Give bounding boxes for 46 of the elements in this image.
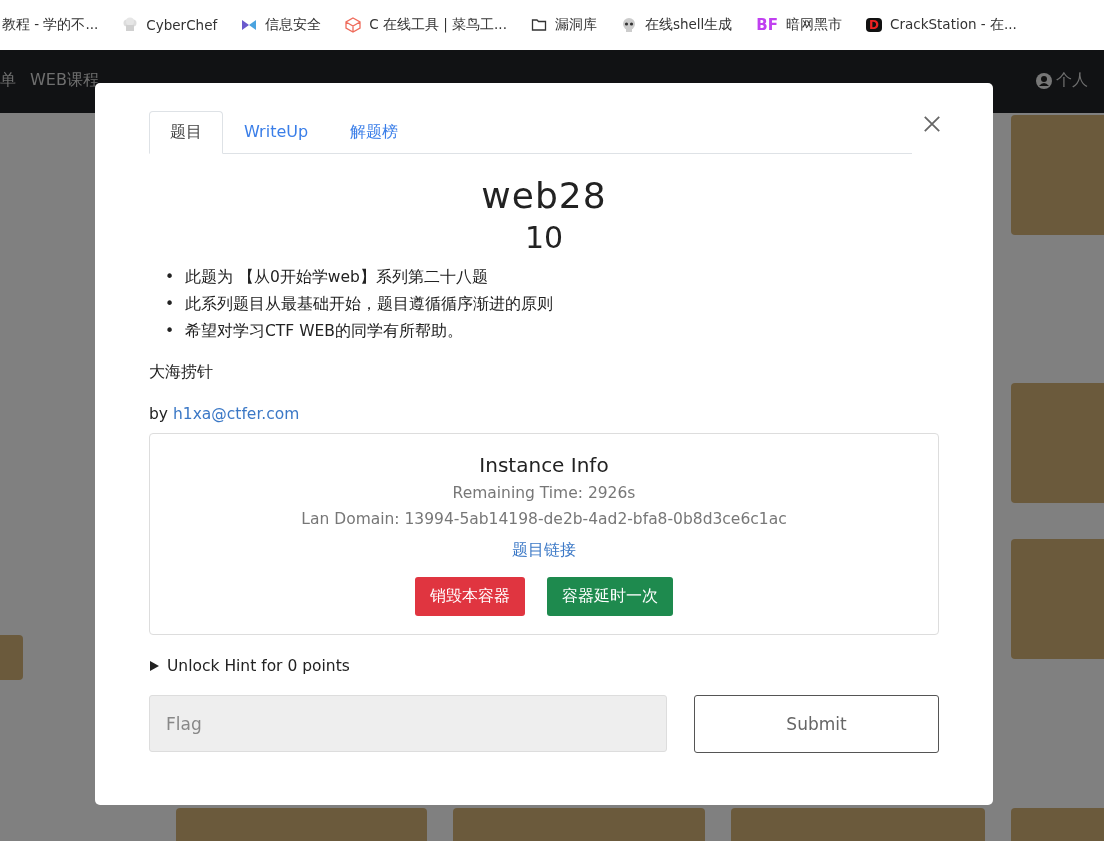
challenge-card[interactable] — [1011, 539, 1104, 659]
instance-title: Instance Info — [479, 452, 609, 479]
unlock-hint-toggle[interactable]: Unlock Hint for 0 points — [149, 657, 939, 675]
tab[interactable]: 解题榜 — [329, 111, 420, 154]
bookmark[interactable]: 教程 - 学的不... — [2, 16, 99, 34]
author-link[interactable]: h1xa@ctfer.com — [172, 405, 300, 423]
bookmark[interactable]: 在线shell生成 — [620, 16, 733, 34]
bookmark[interactable]: D CrackStation - 在... — [866, 16, 1017, 34]
description-item: 希望对学习CTF WEB的同学有所帮助。 — [185, 321, 463, 342]
hint-text: 大海捞针 — [149, 362, 214, 383]
nav-link[interactable]: 单 — [0, 70, 16, 91]
lan-domain: Lan Domain: 13994-5ab14198-de2b-4ad2-bfa8-0b8d3ce6c1ac — [301, 509, 787, 530]
challenge-link[interactable]: 题目链接 — [512, 540, 576, 561]
bookmark[interactable]: C 在线工具 | 菜鸟工... — [345, 16, 507, 34]
chef-hat-icon — [122, 17, 139, 33]
flag-input[interactable]: Flag — [149, 695, 667, 752]
bookmark-logo: BF — [756, 16, 779, 34]
bookmark-logo: D — [866, 18, 882, 32]
description-item: 此系列题目从最基础开始，题目遵循循序渐进的原则 — [185, 294, 553, 315]
challenge-title: web28 — [480, 174, 608, 218]
bookmark[interactable]: CyberChef — [122, 17, 218, 33]
submit-button[interactable]: Submit — [694, 695, 939, 753]
destroy-button[interactable]: 销毁本容器 — [415, 577, 525, 616]
bowtie-icon — [241, 17, 258, 33]
user-menu[interactable]: 个人 — [1036, 70, 1088, 91]
challenge-card[interactable] — [1011, 115, 1104, 235]
challenge-points: 10 — [523, 219, 565, 257]
nav-link[interactable]: WEB课程 — [30, 70, 99, 91]
folder-icon — [530, 17, 547, 33]
tab[interactable]: WriteUp — [223, 111, 330, 154]
bullet: • — [165, 267, 173, 288]
skull-icon — [620, 17, 637, 33]
remaining-time: Remaining Time: 2926s — [452, 483, 636, 504]
bookmark[interactable]: 漏洞库 — [530, 16, 597, 34]
bookmark[interactable]: BF 暗网黑市 — [756, 16, 843, 34]
extend-button[interactable]: 容器延时一次 — [547, 577, 673, 616]
cube-icon — [345, 17, 362, 33]
close-icon[interactable] — [923, 115, 941, 133]
bookmark[interactable]: 信息安全 — [241, 16, 322, 34]
tab[interactable]: 题目 — [149, 111, 223, 154]
description-item: 此题为 【从0开始学web】系列第二十八题 — [185, 267, 488, 288]
bullet: • — [165, 294, 173, 315]
bullet: • — [165, 321, 173, 342]
challenge-card[interactable] — [1011, 383, 1104, 503]
user-icon — [1036, 72, 1052, 89]
author-label: by — [149, 405, 168, 423]
